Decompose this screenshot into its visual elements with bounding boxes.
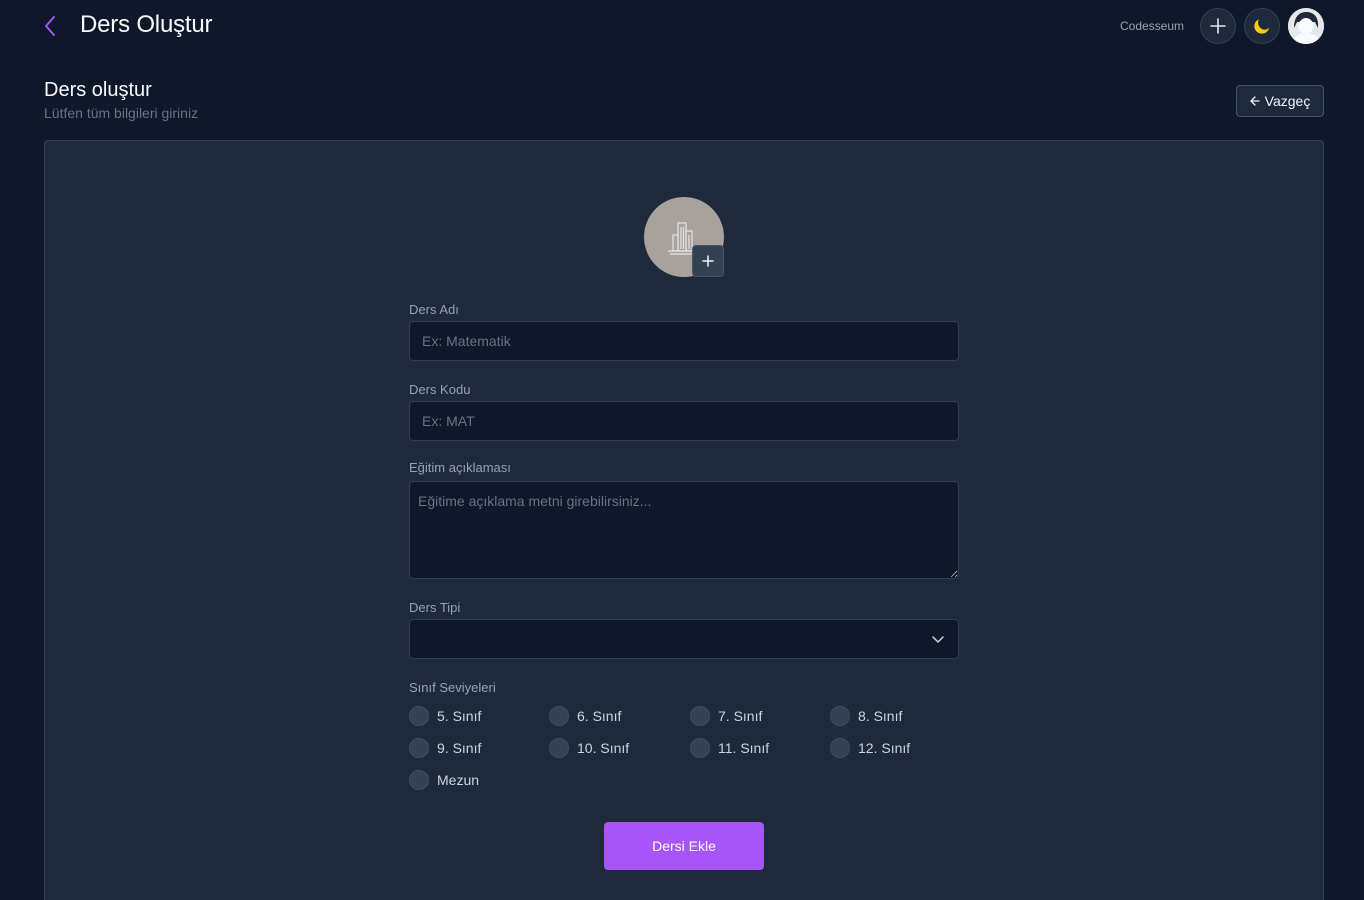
course-code-label: Ders Kodu (409, 382, 471, 397)
checkbox-circle[interactable] (830, 706, 850, 726)
checkbox-circle[interactable] (409, 706, 429, 726)
level-checkbox[interactable]: 8. Sınıf (830, 706, 902, 726)
back-button[interactable] (38, 12, 62, 40)
user-avatar-icon (1288, 8, 1324, 44)
checkbox-circle[interactable] (409, 770, 429, 790)
page-title: Ders oluştur (44, 79, 152, 101)
theme-toggle-button[interactable] (1244, 8, 1280, 44)
checkbox-circle[interactable] (409, 738, 429, 758)
arrow-left-icon (1250, 96, 1260, 106)
chevron-left-icon (45, 16, 55, 36)
add-image-button[interactable] (692, 245, 724, 277)
level-label: 9. Sınıf (437, 740, 482, 756)
level-checkbox[interactable]: 12. Sınıf (830, 738, 910, 758)
checkbox-circle[interactable] (830, 738, 850, 758)
class-levels-label: Sınıf Seviyeleri (409, 680, 496, 695)
checkbox-circle[interactable] (690, 738, 710, 758)
checkbox-circle[interactable] (690, 706, 710, 726)
level-label: 7. Sınıf (718, 708, 763, 724)
user-avatar[interactable] (1288, 8, 1324, 44)
level-checkbox[interactable]: 7. Sınıf (690, 706, 762, 726)
level-checkbox[interactable]: 5. Sınıf (409, 706, 481, 726)
chevron-down-icon (932, 636, 944, 643)
level-checkbox[interactable]: 11. Sınıf (690, 738, 769, 758)
level-label: 8. Sınıf (858, 708, 903, 724)
top-bar: Ders Oluştur Codesseum (0, 0, 1364, 52)
cancel-button[interactable]: Vazgeç (1236, 85, 1324, 117)
cancel-label: Vazgeç (1264, 93, 1311, 109)
level-label: 11. Sınıf (718, 740, 770, 756)
level-checkbox[interactable]: 6. Sınıf (549, 706, 621, 726)
add-button[interactable] (1200, 8, 1236, 44)
plus-icon (1210, 18, 1226, 34)
level-label: 6. Sınıf (577, 708, 622, 724)
level-checkbox[interactable]: Mezun (409, 770, 479, 790)
level-label: Mezun (437, 772, 480, 788)
level-label: 5. Sınıf (437, 708, 482, 724)
course-image-picker[interactable] (644, 197, 724, 277)
course-name-input[interactable] (409, 321, 959, 361)
course-name-label: Ders Adı (409, 302, 459, 317)
checkbox-circle[interactable] (549, 738, 569, 758)
moon-icon (1254, 19, 1270, 34)
description-textarea[interactable] (409, 481, 959, 579)
course-type-select[interactable] (409, 619, 959, 659)
description-label: Eğitim açıklaması (409, 460, 511, 475)
plus-icon (702, 255, 714, 267)
level-checkbox[interactable]: 9. Sınıf (409, 738, 481, 758)
app-title: Ders Oluştur (80, 11, 213, 38)
level-label: 12. Sınıf (858, 740, 911, 756)
course-code-input[interactable] (409, 401, 959, 441)
level-label: 10. Sınıf (577, 740, 630, 756)
page-subtitle: Lütfen tüm bilgileri giriniz (44, 105, 199, 121)
checkbox-circle[interactable] (549, 706, 569, 726)
brand-name: Codesseum (1120, 19, 1185, 33)
submit-button[interactable]: Dersi Ekle (604, 822, 764, 870)
course-type-label: Ders Tipi (409, 600, 461, 615)
level-checkbox[interactable]: 10. Sınıf (549, 738, 629, 758)
